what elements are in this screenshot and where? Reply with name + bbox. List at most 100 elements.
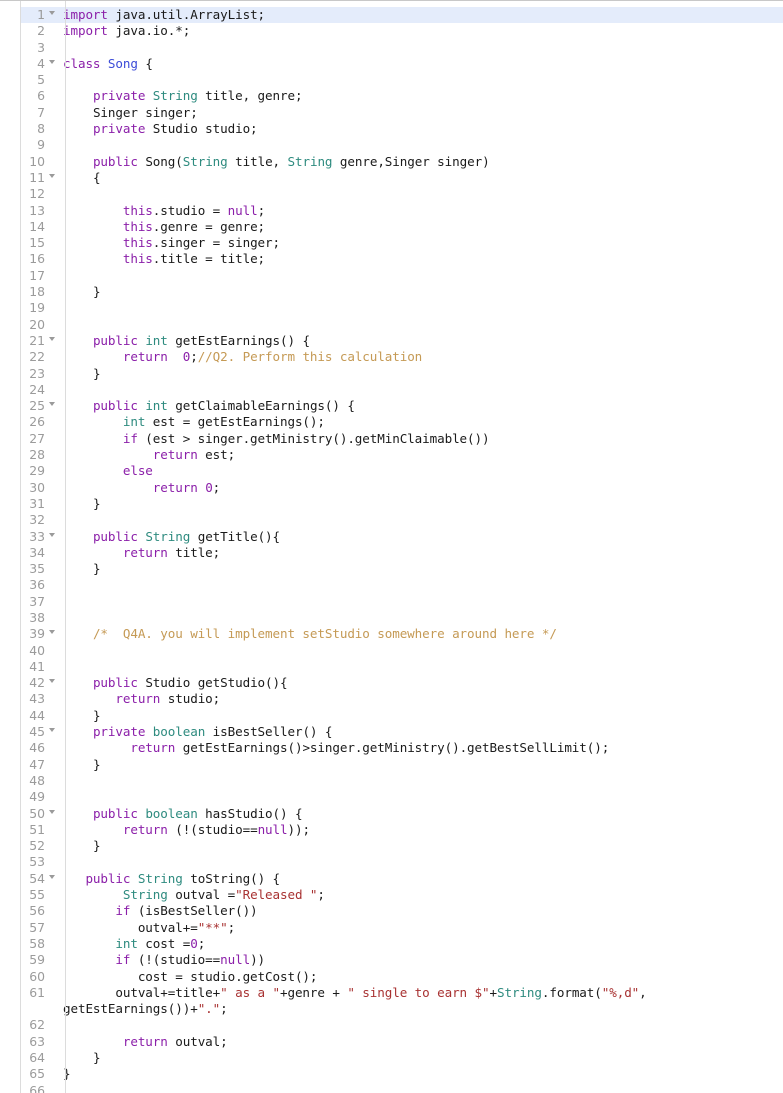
code-line[interactable]: 38: [0, 610, 783, 626]
code-line[interactable]: 43 return studio;: [0, 691, 783, 707]
token-typ: boolean: [145, 805, 198, 821]
token-pln: studio;: [160, 691, 221, 707]
code-line[interactable]: 24: [0, 382, 783, 398]
code-line[interactable]: 30 return 0;: [0, 480, 783, 496]
code-line[interactable]: 54 public String toString() {: [0, 871, 783, 887]
token-num: 0: [190, 935, 198, 951]
code-line[interactable]: 9: [0, 137, 783, 153]
code-line[interactable]: 48: [0, 773, 783, 789]
code-line[interactable]: 12: [0, 186, 783, 202]
code-line[interactable]: 35 }: [0, 561, 783, 577]
code-line[interactable]: 25 public int getClaimableEarnings() {: [0, 398, 783, 414]
code-line[interactable]: 17: [0, 268, 783, 284]
token-pln: (isBestSeller()): [130, 903, 258, 919]
code-line[interactable]: 10 public Song(String title, String genr…: [0, 154, 783, 170]
code-line[interactable]: 7 Singer singer;: [0, 105, 783, 121]
line-source: [45, 300, 783, 316]
code-line[interactable]: 61 outval+=title+" as a "+genre + " sing…: [0, 985, 783, 1018]
code-line[interactable]: 18 }: [0, 284, 783, 300]
token-pln: toString() {: [182, 870, 281, 886]
code-line[interactable]: 23 }: [0, 366, 783, 382]
fold-chevron-down-icon[interactable]: [49, 173, 55, 178]
code-line[interactable]: 45 private boolean isBestSeller() {: [0, 724, 783, 740]
code-line[interactable]: 59 if (!(studio==null)): [0, 952, 783, 968]
code-content-area[interactable]: 1 import java.util.ArrayList; 2 import java…: [0, 7, 783, 1093]
fold-chevron-down-icon[interactable]: [49, 402, 55, 407]
token-str: " single to earn $": [347, 984, 490, 1000]
code-line[interactable]: 64 }: [0, 1050, 783, 1066]
code-line[interactable]: 65}: [0, 1066, 783, 1082]
fold-chevron-down-icon[interactable]: [49, 11, 55, 15]
token-kw: public: [92, 398, 138, 414]
fold-chevron-down-icon[interactable]: [49, 809, 55, 814]
code-line[interactable]: 42 public Studio getStudio(){: [0, 675, 783, 691]
code-line[interactable]: 19: [0, 300, 783, 316]
code-line[interactable]: 52 }: [0, 838, 783, 854]
code-line[interactable]: 58 int cost =0;: [0, 936, 783, 952]
fold-chevron-down-icon[interactable]: [49, 336, 55, 341]
code-line[interactable]: 8 private Studio studio;: [0, 121, 783, 137]
code-line[interactable]: 13 this.studio = null;: [0, 203, 783, 219]
fold-chevron-down-icon[interactable]: [49, 728, 55, 733]
code-line[interactable]: 3: [0, 40, 783, 56]
code-line[interactable]: 31 }: [0, 496, 783, 512]
code-line[interactable]: 66: [0, 1083, 783, 1093]
code-line[interactable]: 63 return outval;: [0, 1034, 783, 1050]
line-source: }: [45, 366, 783, 382]
code-editor[interactable]: 1 import java.util.ArrayList; 2 import java…: [0, 0, 783, 1093]
code-line[interactable]: 15 this.singer = singer;: [0, 235, 783, 251]
code-line[interactable]: 20: [0, 317, 783, 333]
fold-chevron-down-icon[interactable]: [49, 59, 55, 64]
token-pln: +genre +: [279, 984, 348, 1000]
token-pln: }: [63, 495, 101, 511]
code-line[interactable]: 26 int est = getEstEarnings();: [0, 414, 783, 430]
code-line[interactable]: 28 return est;: [0, 447, 783, 463]
code-line[interactable]: 53: [0, 854, 783, 870]
code-line[interactable]: 4 class Song {: [0, 56, 783, 72]
token-typ: String: [152, 88, 198, 104]
code-line[interactable]: 5: [0, 72, 783, 88]
code-line[interactable]: 16 this.title = title;: [0, 251, 783, 267]
line-source: else: [45, 463, 783, 479]
line-source: outval+="**";: [45, 920, 783, 936]
code-line[interactable]: 56 if (isBestSeller()): [0, 903, 783, 919]
code-line[interactable]: 46 return getEstEarnings()>singer.getMin…: [0, 740, 783, 756]
line-source: outval+=title+" as a "+genre + " single …: [45, 985, 783, 1018]
token-kw: public: [92, 332, 138, 348]
code-line[interactable]: 62: [0, 1017, 783, 1033]
code-line[interactable]: 32: [0, 512, 783, 528]
code-line[interactable]: 49: [0, 789, 783, 805]
code-line[interactable]: 57 outval+="**";: [0, 920, 783, 936]
code-line[interactable]: 34 return title;: [0, 545, 783, 561]
code-line[interactable]: 27 if (est > singer.getMinistry().getMin…: [0, 431, 783, 447]
code-line[interactable]: 37: [0, 594, 783, 610]
code-line[interactable]: 2 import java.io.*;: [0, 23, 783, 39]
code-line[interactable]: 55 String outval ="Released ";: [0, 887, 783, 903]
code-line[interactable]: 39 /* Q4A. you will implement setStudio …: [0, 626, 783, 642]
token-pln: est = getEstEarnings();: [145, 414, 325, 430]
code-line[interactable]: 1 import java.util.ArrayList;: [0, 7, 783, 24]
code-line[interactable]: 51 return (!(studio==null));: [0, 822, 783, 838]
fold-chevron-down-icon[interactable]: [49, 630, 55, 635]
code-line[interactable]: 41: [0, 659, 783, 675]
token-kw: return: [115, 691, 161, 707]
code-line[interactable]: 21 public int getEstEarnings() {: [0, 333, 783, 349]
code-line[interactable]: 47 }: [0, 757, 783, 773]
code-line[interactable]: 6 private String title, genre;: [0, 88, 783, 104]
token-pln: ;: [212, 479, 221, 495]
code-line[interactable]: 11 {: [0, 170, 783, 186]
fold-chevron-down-icon[interactable]: [49, 532, 55, 537]
code-line[interactable]: 22 return 0;//Q2. Perform this calculati…: [0, 349, 783, 365]
code-line[interactable]: 33 public String getTitle(){: [0, 529, 783, 545]
fold-chevron-down-icon[interactable]: [49, 679, 55, 684]
code-line[interactable]: 40: [0, 643, 783, 659]
code-line[interactable]: 44 }: [0, 708, 783, 724]
fold-chevron-down-icon[interactable]: [49, 874, 55, 879]
code-line[interactable]: 60 cost = studio.getCost();: [0, 969, 783, 985]
code-line[interactable]: 36: [0, 577, 783, 593]
code-line[interactable]: 14 this.genre = genre;: [0, 219, 783, 235]
line-source: [45, 577, 783, 593]
code-line[interactable]: 29 else: [0, 463, 783, 479]
code-line[interactable]: 50 public boolean hasStudio() {: [0, 806, 783, 822]
token-pln: (!(studio==: [130, 952, 221, 968]
